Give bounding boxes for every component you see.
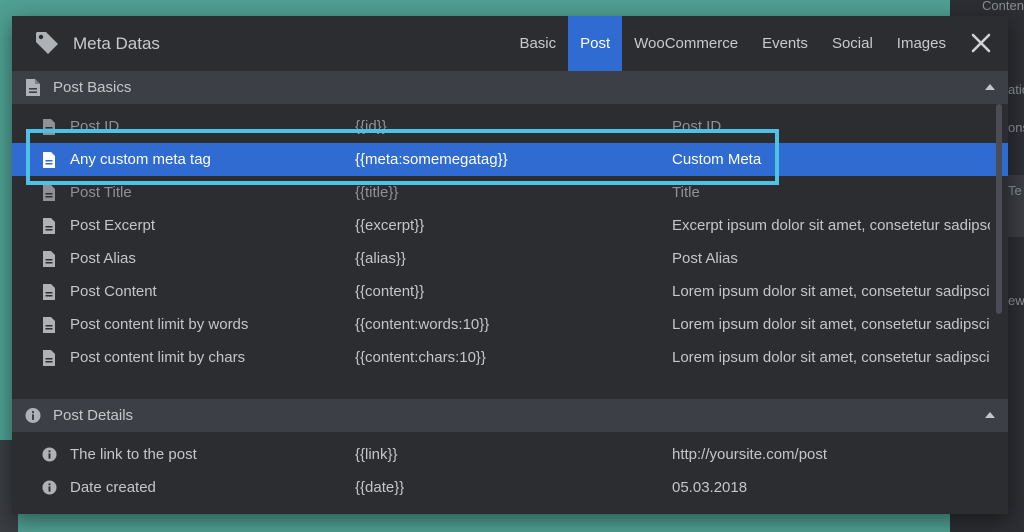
document-icon — [43, 284, 55, 300]
row-name: Date created — [70, 479, 156, 496]
table-row[interactable]: Date created {{date}} 05.03.2018 — [12, 471, 994, 504]
table-row[interactable]: Post Title {{title}} Title — [12, 176, 994, 209]
section-title: Post Basics — [53, 79, 132, 96]
row-value: Post Alias — [672, 250, 738, 267]
background-text: Te — [1008, 183, 1022, 198]
row-value: Lorem ipsum dolor sit amet, consetetur s… — [672, 316, 990, 333]
section-header-post-details[interactable]: Post Details — [12, 399, 1008, 432]
tab-post[interactable]: Post — [568, 16, 623, 71]
document-icon — [43, 251, 55, 267]
row-tag: {{content:chars:10}} — [355, 349, 486, 366]
table-row[interactable]: Post content limit by chars {{content:ch… — [12, 341, 994, 374]
info-icon — [25, 408, 41, 423]
row-value: Post ID — [672, 118, 722, 135]
table-row[interactable]: Post Alias {{alias}} Post Alias — [12, 242, 994, 275]
tab-basic[interactable]: Basic — [507, 16, 568, 71]
row-value: Excerpt ipsum dolor sit amet, consetetur… — [672, 217, 990, 234]
background-text: ew — [1008, 293, 1024, 308]
row-name: Post Title — [70, 184, 132, 201]
row-tag: {{excerpt}} — [355, 217, 425, 234]
background-text: Conten — [982, 0, 1024, 13]
tag-icon — [36, 32, 58, 54]
document-icon — [43, 350, 55, 366]
document-icon — [26, 79, 40, 96]
document-icon — [43, 185, 55, 201]
meta-datas-modal: Meta Datas Basic Post WooCommerce Events… — [12, 16, 1008, 514]
table-row[interactable]: Post content limit by words {{content:wo… — [12, 308, 994, 341]
section-header-post-basics[interactable]: Post Basics — [12, 71, 1008, 104]
tab-images[interactable]: Images — [885, 16, 958, 71]
row-name: Post content limit by chars — [70, 349, 246, 366]
row-value: 05.03.2018 — [672, 479, 748, 496]
row-value: http://yoursite.com/post — [672, 446, 828, 463]
modal-title: Meta Datas — [73, 34, 160, 53]
row-tag: {{link}} — [355, 446, 398, 463]
row-tag: {{alias}} — [355, 250, 406, 267]
document-icon — [43, 317, 55, 333]
table-row[interactable]: Post Excerpt {{excerpt}} Excerpt ipsum d… — [12, 209, 994, 242]
row-name: Any custom meta tag — [70, 151, 211, 168]
row-name: Post content limit by words — [70, 316, 249, 333]
modal-header: Meta Datas Basic Post WooCommerce Events… — [12, 16, 1008, 71]
table-row[interactable]: Post ID {{id}} Post ID — [12, 110, 994, 143]
info-icon — [42, 447, 57, 462]
tab-events[interactable]: Events — [750, 16, 820, 71]
row-name: Post Content — [70, 283, 157, 300]
row-tag: {{content:words:10}} — [355, 316, 490, 333]
row-tag: {{content}} — [355, 283, 425, 300]
row-value: Lorem ipsum dolor sit amet, consetetur s… — [672, 349, 990, 366]
row-name: The link to the post — [70, 446, 197, 463]
document-icon — [43, 152, 55, 168]
row-tag: {{title}} — [355, 184, 399, 201]
tab-bar: Basic Post WooCommerce Events Social Ima… — [507, 16, 958, 71]
section-title: Post Details — [53, 407, 134, 424]
background-text: ons — [1008, 120, 1024, 135]
row-name: Post Alias — [70, 250, 136, 267]
info-icon — [42, 480, 57, 495]
row-name: Post Excerpt — [70, 217, 156, 234]
row-tag: {{date}} — [355, 479, 405, 496]
table-row-selected[interactable]: Any custom meta tag {{meta:somemegatag}}… — [12, 143, 1008, 176]
document-icon — [43, 218, 55, 234]
row-value: Custom Meta — [672, 151, 762, 168]
close-icon[interactable] — [968, 30, 994, 56]
table-row[interactable]: The link to the post {{link}} http://you… — [12, 438, 994, 471]
row-name: Post ID — [70, 118, 120, 135]
tab-social[interactable]: Social — [820, 16, 885, 71]
tab-woocommerce[interactable]: WooCommerce — [622, 16, 750, 71]
collapse-arrow-icon[interactable] — [984, 411, 996, 419]
table-row[interactable]: Post Content {{content}} Lorem ipsum dol… — [12, 275, 994, 308]
scrollbar[interactable] — [996, 104, 1002, 314]
background-text: atio — [1008, 82, 1024, 97]
row-tag: {{meta:somemegatag}} — [355, 151, 508, 168]
row-value: Title — [672, 184, 700, 201]
document-icon — [43, 119, 55, 135]
row-value: Lorem ipsum dolor sit amet, consetetur s… — [672, 283, 990, 300]
collapse-arrow-icon[interactable] — [984, 83, 996, 91]
row-tag: {{id}} — [355, 118, 387, 135]
